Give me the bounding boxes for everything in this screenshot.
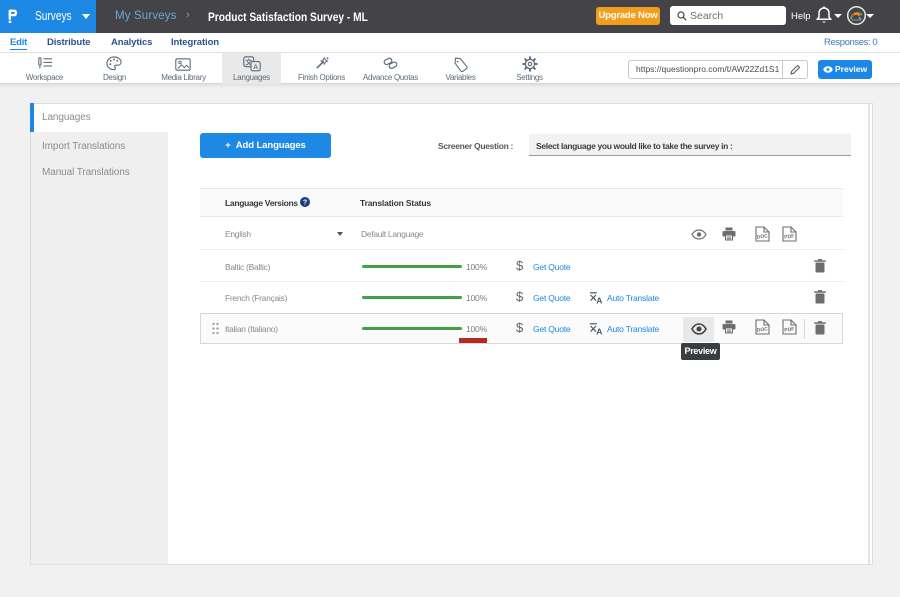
svg-text:PDF: PDF [784,233,795,240]
svg-text:A: A [253,64,258,71]
svg-text:?: ? [303,199,307,206]
svg-text:A: A [596,327,602,336]
svg-text:DOC: DOC [756,233,768,241]
svg-text:DOC: DOC [756,326,768,334]
svg-text:PDF: PDF [784,326,795,333]
svg-text:A: A [596,296,602,305]
